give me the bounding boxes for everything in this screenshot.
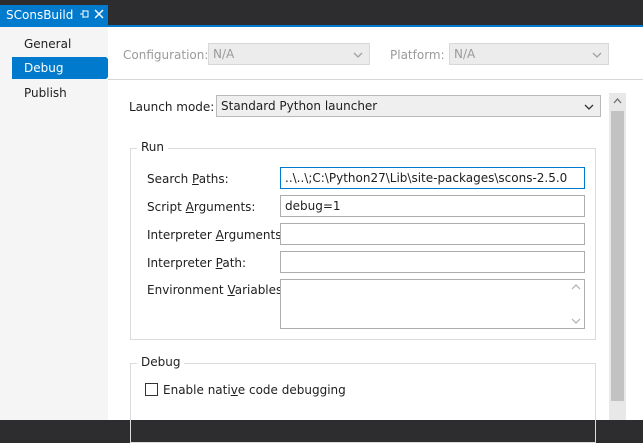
- debug-group-title: Debug: [137, 355, 185, 369]
- sidebar-item-publish[interactable]: Publish: [12, 82, 106, 104]
- script-arguments-input[interactable]: debug=1: [280, 195, 585, 217]
- sidebar-item-label: Debug: [24, 61, 64, 75]
- interpreter-arguments-input[interactable]: [280, 223, 585, 245]
- sidebar-item-label: Publish: [24, 86, 67, 100]
- platform-select[interactable]: N/A: [449, 43, 609, 65]
- close-icon[interactable]: [93, 6, 105, 22]
- platform-value: N/A: [454, 47, 476, 61]
- script-arguments-label: Script Arguments:: [147, 200, 256, 214]
- environment-variables-input[interactable]: [280, 279, 585, 329]
- document-tab[interactable]: SConsBuild: [0, 5, 108, 25]
- chevron-down-icon: [584, 101, 594, 111]
- scrollbar-thumb[interactable]: [611, 111, 624, 401]
- debug-group: [130, 363, 596, 443]
- sidebar-item-general[interactable]: General: [12, 33, 106, 55]
- run-group-title: Run: [137, 140, 169, 154]
- platform-label: Platform:: [390, 48, 445, 62]
- scroll-up-arrow-icon[interactable]: [611, 95, 624, 107]
- configuration-label: Configuration:: [123, 48, 209, 62]
- search-paths-label: Search Paths:: [147, 172, 229, 186]
- sidebar-item-label: General: [24, 37, 72, 51]
- launch-mode-label: Launch mode:: [129, 100, 215, 114]
- configuration-value: N/A: [213, 47, 235, 61]
- interpreter-arguments-label: Interpreter Arguments:: [147, 228, 286, 242]
- configuration-select[interactable]: N/A: [208, 43, 370, 65]
- environment-variables-label: Environment Variables:: [147, 283, 287, 297]
- textarea-scrollbar[interactable]: [568, 280, 584, 328]
- search-paths-input[interactable]: ..\..\;C:\Python27\Lib\site-packages\sco…: [280, 167, 585, 189]
- native-debug-checkbox[interactable]: [145, 383, 158, 396]
- chevron-down-icon: [592, 49, 602, 59]
- divider: [108, 79, 643, 80]
- tab-title: SConsBuild: [6, 8, 74, 22]
- sidebar-item-debug[interactable]: Debug: [12, 57, 117, 79]
- launch-mode-select[interactable]: Standard Python launcher: [216, 95, 601, 117]
- native-debug-label: Enable native code debugging: [163, 383, 346, 397]
- property-sidebar: General Debug Publish: [0, 27, 117, 420]
- pin-icon[interactable]: [78, 6, 90, 22]
- interpreter-path-label: Interpreter Path:: [147, 256, 247, 270]
- chevron-down-icon: [353, 49, 363, 59]
- interpreter-path-input[interactable]: [280, 251, 585, 273]
- debug-properties-panel: Configuration: N/A Platform: N/A Launch …: [108, 27, 643, 443]
- launch-mode-value: Standard Python launcher: [221, 99, 378, 113]
